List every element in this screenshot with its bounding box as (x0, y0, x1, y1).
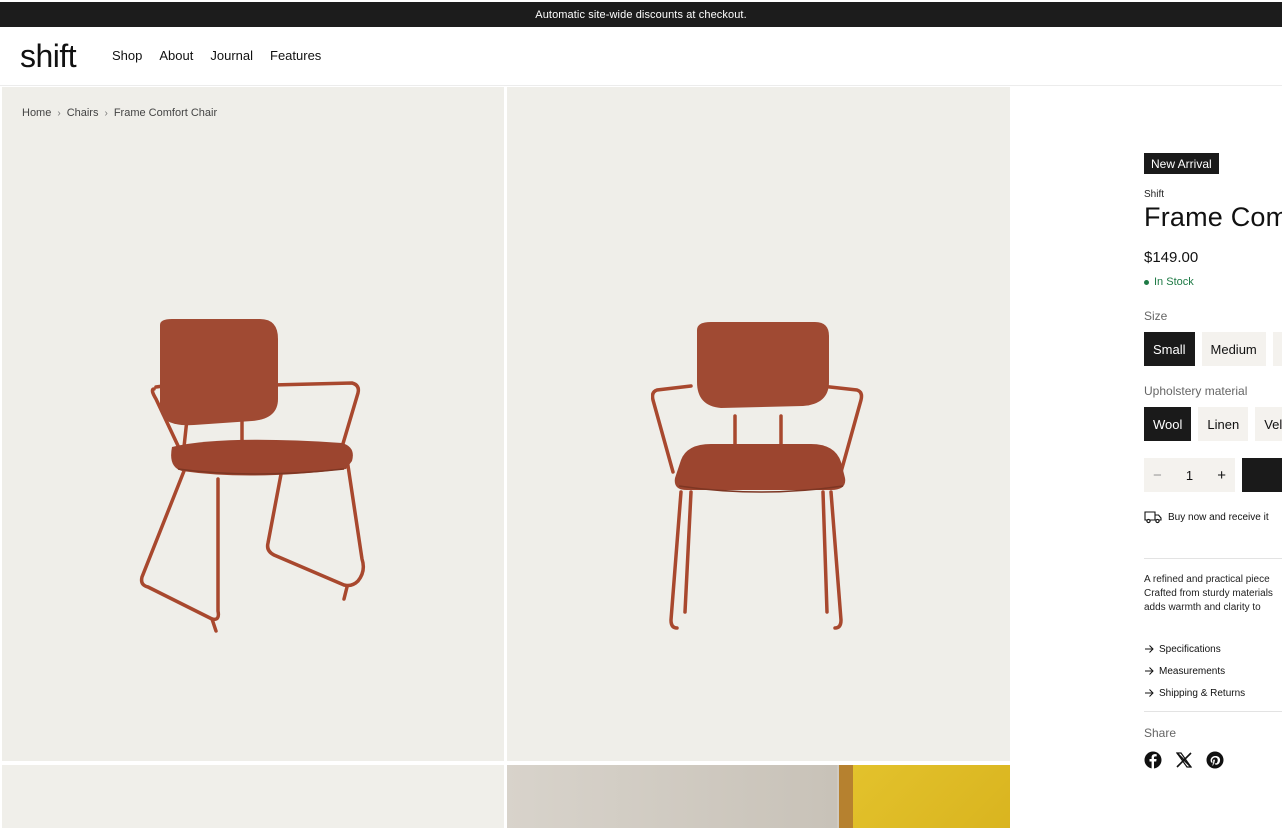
accordion-label: Specifications (1159, 643, 1221, 655)
accordion-specifications[interactable]: Specifications (1144, 638, 1245, 660)
announcement-text: Automatic site-wide discounts at checkou… (535, 8, 747, 21)
breadcrumb-home[interactable]: Home (22, 107, 51, 119)
product-description: A refined and practical piece Crafted fr… (1144, 573, 1282, 615)
nav-features[interactable]: Features (270, 48, 321, 63)
divider (1144, 558, 1282, 559)
material-label: Upholstery material (1144, 384, 1248, 398)
breadcrumb-current: Frame Comfort Chair (113, 107, 218, 119)
product-gallery: Home › Chairs › Frame Comfort Chair (2, 87, 1010, 828)
product-price: $149.00 (1144, 249, 1199, 266)
facebook-icon[interactable] (1144, 751, 1162, 769)
chevron-right-icon: › (57, 107, 61, 119)
share-label: Share (1144, 726, 1177, 740)
nav-about[interactable]: About (159, 48, 193, 63)
decrease-quantity-button[interactable]: − (1153, 467, 1162, 484)
product-image-lifestyle[interactable] (507, 765, 1010, 828)
breadcrumb-chairs[interactable]: Chairs (67, 107, 99, 119)
quantity-stepper: − 1 + (1144, 458, 1235, 492)
size-option-more[interactable] (1272, 332, 1282, 366)
product-image-thumb-1[interactable] (2, 765, 504, 828)
stock-label: In Stock (1154, 276, 1194, 288)
social-share (1144, 751, 1224, 769)
logo[interactable]: shift (20, 38, 77, 75)
site-header: shift Shop About Journal Features (0, 27, 1282, 86)
increase-quantity-button[interactable]: + (1217, 467, 1226, 484)
lifestyle-wall (507, 765, 837, 828)
size-label: Size (1144, 309, 1168, 323)
arrow-right-icon (1145, 645, 1154, 653)
nav-journal[interactable]: Journal (210, 48, 253, 63)
material-option-velvet[interactable]: Velvet (1255, 407, 1282, 441)
add-to-cart-button[interactable] (1242, 458, 1282, 492)
product-image-angled[interactable]: Home › Chairs › Frame Comfort Chair (2, 87, 504, 761)
announcement-bar: Automatic site-wide discounts at checkou… (0, 2, 1282, 27)
product-info: New Arrival Shift Frame Comfort Chair $1… (1144, 87, 1282, 828)
size-options: Small Medium (1144, 332, 1282, 366)
description-line: A refined and practical piece (1144, 574, 1270, 585)
lifestyle-art (853, 765, 1010, 828)
divider (1144, 711, 1282, 712)
description-line: adds warmth and clarity to (1144, 602, 1261, 613)
product-accordions: Specifications Measurements Shipping & R… (1144, 638, 1245, 704)
lifestyle-frame (839, 765, 853, 828)
stock-dot-icon (1144, 279, 1149, 285)
shipping-text: Buy now and receive it (1168, 511, 1269, 523)
accordion-measurements[interactable]: Measurements (1144, 660, 1245, 682)
material-option-wool[interactable]: Wool (1144, 407, 1192, 441)
material-option-linen[interactable]: Linen (1198, 407, 1249, 441)
chevron-right-icon: › (104, 107, 108, 119)
product-title: Frame Comfort Chair (1144, 202, 1282, 232)
product-vendor: Shift (1144, 189, 1165, 200)
product-image-front[interactable] (507, 87, 1010, 761)
breadcrumb: Home › Chairs › Frame Comfort Chair (22, 107, 217, 119)
accordion-shipping-returns[interactable]: Shipping & Returns (1144, 682, 1245, 704)
stock-status: In Stock (1144, 276, 1194, 288)
truck-icon (1144, 511, 1162, 524)
description-line: Crafted from sturdy materials (1144, 588, 1273, 599)
x-icon[interactable] (1175, 751, 1193, 769)
size-option-small[interactable]: Small (1144, 332, 1195, 366)
new-arrival-badge: New Arrival (1144, 153, 1219, 174)
accordion-label: Shipping & Returns (1159, 687, 1246, 699)
chair-front-illustration (651, 322, 864, 630)
arrow-right-icon (1145, 689, 1154, 697)
chair-angled-illustration (139, 319, 366, 633)
quantity-value[interactable]: 1 (1186, 468, 1193, 483)
main-nav: Shop About Journal Features (112, 48, 321, 63)
shipping-note: Buy now and receive it (1144, 510, 1269, 524)
accordion-label: Measurements (1159, 665, 1226, 677)
material-options: Wool Linen Velvet (1144, 407, 1282, 441)
size-option-medium[interactable]: Medium (1201, 332, 1266, 366)
pinterest-icon[interactable] (1206, 751, 1224, 769)
nav-shop[interactable]: Shop (112, 48, 142, 63)
arrow-right-icon (1145, 667, 1154, 675)
